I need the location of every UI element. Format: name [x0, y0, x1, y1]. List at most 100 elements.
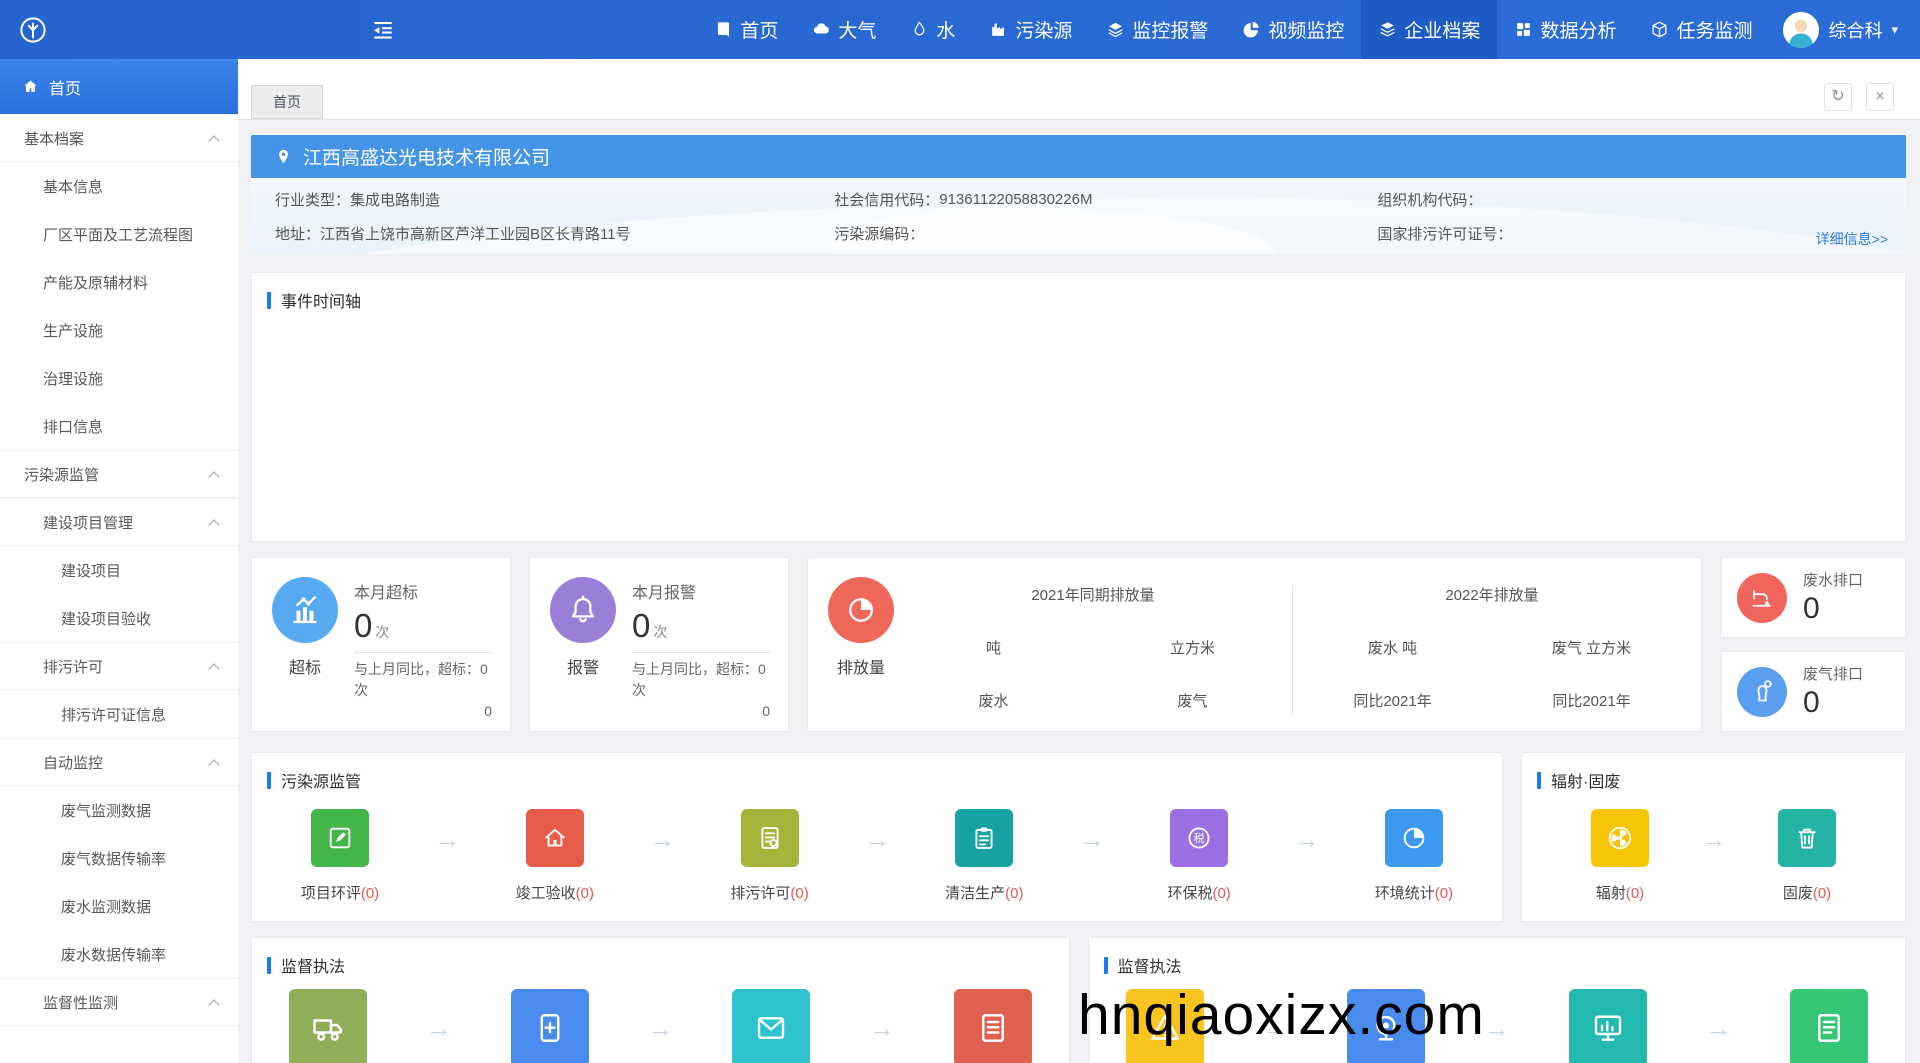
- sidebar-item-home[interactable]: 首页: [0, 59, 238, 114]
- flow-arrow-icon: →: [647, 1013, 673, 1044]
- sidebar-item-discharge-permit-info[interactable]: 排污许可证信息: [0, 690, 238, 738]
- sidebar-item-plant-layout[interactable]: 厂区平面及工艺流程图: [0, 210, 238, 258]
- sidebar-item-treatment-facility[interactable]: 治理设施: [0, 354, 238, 402]
- event-timeline-card: 事件时间轴: [251, 272, 1906, 542]
- emission-2021: 2021年同期排放量 吨 立方米 废水 废气: [894, 581, 1292, 731]
- window-buttons: ↻ ×: [1824, 83, 1894, 111]
- sidebar-item-outlet-info[interactable]: 排口信息: [0, 402, 238, 450]
- nav-item-pollution-source[interactable]: 污染源: [972, 0, 1089, 59]
- sidebar-item-auto-monitor[interactable]: 自动监控: [0, 738, 238, 786]
- flow-item-completion-acceptance[interactable]: 竣工验收(0): [509, 809, 601, 903]
- user-name: 综合科: [1828, 17, 1882, 43]
- close-button[interactable]: ×: [1866, 83, 1894, 111]
- nav-item-enterprise-archive[interactable]: 企业档案: [1361, 0, 1497, 59]
- trash-icon: [1778, 809, 1836, 867]
- exceed-caption: 超标: [289, 654, 321, 678]
- radiation-waste-card: 辐射·固废 辐射(0) → 固废(0): [1521, 752, 1906, 922]
- exceed-compare: 与上月同比，超标：0次: [354, 659, 492, 701]
- nav-item-monitor-alarm[interactable]: 监控报警: [1089, 0, 1225, 59]
- flow-item-clean-production[interactable]: 清洁生产(0): [938, 809, 1030, 903]
- flow-item-monitor-report[interactable]: [1562, 989, 1654, 1063]
- nav-item-air[interactable]: 大气: [795, 0, 893, 59]
- sidebar-item-capacity-materials[interactable]: 产能及原辅材料: [0, 258, 238, 306]
- alarm-count: 0: [632, 607, 650, 644]
- chevron-up-icon: [208, 999, 219, 1010]
- sidebar-item-construction-project[interactable]: 建设项目: [0, 546, 238, 594]
- flow-item-env-statistics[interactable]: 环境统计(0): [1368, 809, 1460, 903]
- water-outlet-card: 废水排口 0: [1720, 557, 1906, 638]
- nav-item-video-monitor[interactable]: 视频监控: [1225, 0, 1361, 59]
- chevron-up-icon: [208, 663, 219, 674]
- edit-icon: [311, 809, 369, 867]
- flow-item-solid-waste[interactable]: 固废(0): [1761, 809, 1853, 903]
- doc-icon: [741, 809, 799, 867]
- flow-arrow-icon: →: [1294, 824, 1320, 855]
- sidebar-item-construction-acceptance[interactable]: 建设项目验收: [0, 594, 238, 642]
- sidebar-item-water-transfer-rate[interactable]: 废水数据传输率: [0, 930, 238, 978]
- sidebar-item-pollution-supervision[interactable]: 污染源监管: [0, 450, 238, 498]
- flow-item-env-tax[interactable]: 税 环保税(0): [1153, 809, 1245, 903]
- menu-collapse-icon[interactable]: [370, 17, 396, 43]
- flow-item-discharge-permit[interactable]: 排污许可(0): [724, 809, 816, 903]
- nav-item-task-monitor[interactable]: 任务监测: [1633, 0, 1769, 59]
- sidebar-item-production-facility[interactable]: 生产设施: [0, 306, 238, 354]
- company-info: 行业类型：集成电路制造 社会信用代码：91361122058830226M 组织…: [251, 178, 1906, 254]
- caret-down-icon: ▾: [1891, 22, 1898, 38]
- flow-item-webcam[interactable]: [1340, 989, 1432, 1063]
- stats-row: 超标 本月超标 0次 与上月同比，超标：0次0 报警 本月: [251, 557, 1906, 732]
- webcam-icon: [1347, 989, 1425, 1063]
- user-menu[interactable]: 综合科 ▾: [1769, 12, 1920, 48]
- device-add-icon: [511, 989, 589, 1063]
- chimney-icon: [1737, 667, 1787, 717]
- pipe-icon: [1737, 573, 1787, 623]
- flow-item-vehicle[interactable]: [282, 989, 374, 1063]
- detail-info-link[interactable]: 详细信息>>: [1816, 229, 1888, 249]
- alarm-card: 报警 本月报警 0次 与上月同比，超标：0次0: [529, 557, 789, 732]
- refresh-button[interactable]: ↻: [1824, 83, 1852, 111]
- truck-icon: [289, 989, 367, 1063]
- grid-icon: [1514, 20, 1533, 39]
- sidebar-item-water-monitor-data[interactable]: 废水监测数据: [0, 882, 238, 930]
- layers-icon: [1106, 20, 1125, 39]
- alarm-compare: 与上月同比，超标：0次: [632, 659, 770, 701]
- flow-item-record[interactable]: [1783, 989, 1875, 1063]
- sidebar-item-construction-mgmt[interactable]: 建设项目管理: [0, 498, 238, 546]
- tab-home[interactable]: 首页: [251, 85, 323, 119]
- nav-item-data-analysis[interactable]: 数据分析: [1497, 0, 1633, 59]
- section-bar: [267, 292, 271, 309]
- flow-item-document[interactable]: [947, 989, 1039, 1063]
- sidebar-item-basic-archive[interactable]: 基本档案: [0, 114, 238, 162]
- chevron-up-icon: [208, 759, 219, 770]
- sidebar-item-basic-info[interactable]: 基本信息: [0, 162, 238, 210]
- factory-icon: [989, 20, 1008, 39]
- flow-item-warning[interactable]: [1119, 989, 1211, 1063]
- cloud-icon: [812, 20, 831, 39]
- flow-item-mobile-task[interactable]: [504, 989, 596, 1063]
- gas-outlet-card: 废气排口 0: [1720, 651, 1906, 732]
- emission-2022: 2022年排放量 废水 吨 废气 立方米 同比2021年 同比2021年: [1293, 581, 1691, 731]
- book-icon: [714, 20, 733, 39]
- sidebar-item-discharge-permit[interactable]: 排污许可: [0, 642, 238, 690]
- water-outlet-count: 0: [1803, 592, 1863, 626]
- enforcement-card-right: 监督执法 → → →: [1088, 937, 1907, 1063]
- company-banner-header: 江西高盛达光电技术有限公司: [251, 135, 1906, 178]
- sidebar-item-supervisory-monitor[interactable]: 监督性监测: [0, 978, 238, 1026]
- sidebar-item-gas-transfer-rate[interactable]: 废气数据传输率: [0, 834, 238, 882]
- alarm-caption: 报警: [567, 654, 599, 678]
- sidebar-menu: 基本档案 基本信息 厂区平面及工艺流程图 产能及原辅材料 生产设施 治理设施: [0, 114, 238, 1026]
- chevron-up-icon: [208, 135, 219, 146]
- flow-arrow-icon: →: [1079, 824, 1105, 855]
- nav-item-home[interactable]: 首页: [697, 0, 795, 59]
- company-name: 江西高盛达光电技术有限公司: [303, 143, 550, 170]
- house-icon: [526, 809, 584, 867]
- flow-item-project-eia[interactable]: 项目环评(0): [294, 809, 386, 903]
- chevron-up-icon: [208, 519, 219, 530]
- flow-arrow-icon: →: [864, 824, 890, 855]
- flow-item-radiation[interactable]: 辐射(0): [1574, 809, 1666, 903]
- flow-item-notice[interactable]: [725, 989, 817, 1063]
- sidebar-item-gas-monitor-data[interactable]: 废气监测数据: [0, 786, 238, 834]
- nav-item-water[interactable]: 水: [893, 0, 972, 59]
- stack-icon: [1378, 20, 1397, 39]
- flow-arrow-icon: →: [1484, 1013, 1510, 1044]
- tab-bar: 首页 ↻ ×: [238, 59, 1920, 120]
